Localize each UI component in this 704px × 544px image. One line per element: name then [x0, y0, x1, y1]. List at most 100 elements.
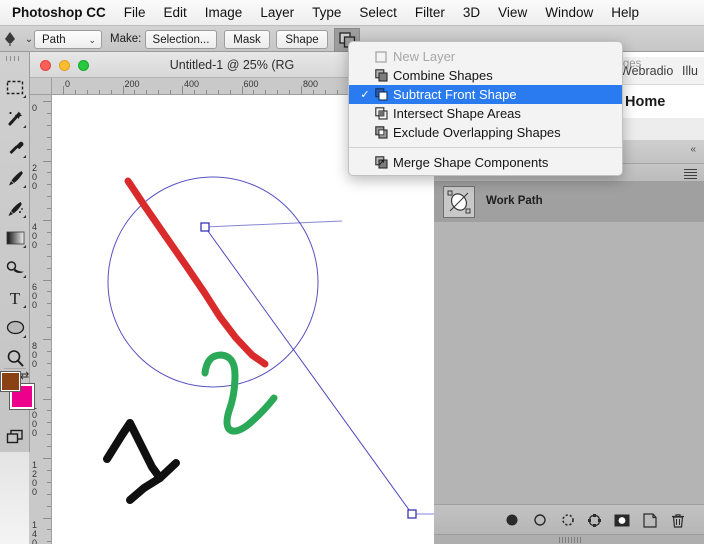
make-selection-button[interactable]: Selection... [145, 30, 217, 49]
screen-mode-button[interactable] [2, 424, 28, 450]
menu-item-file[interactable]: File [115, 0, 155, 26]
tools-panel-grip[interactable] [6, 56, 24, 62]
color-swatches[interactable]: ⇄ [0, 370, 35, 418]
ruler-label: 0 [65, 79, 71, 89]
ruler-tick-minor [47, 505, 51, 507]
ruler-label: 400 [184, 79, 200, 89]
paths-panel: « Work Path [434, 140, 704, 544]
load-path-as-selection-button[interactable] [558, 510, 578, 530]
active-tool-icon[interactable] [2, 31, 18, 47]
magic-wand-tool[interactable] [2, 104, 28, 131]
dodge-icon [6, 260, 24, 273]
table-row[interactable]: Work Path [434, 182, 704, 222]
ruler-tick-minor [158, 90, 160, 94]
ruler-tick [43, 160, 51, 162]
menu-item-select[interactable]: Select [350, 0, 406, 26]
ruler-tick-minor [47, 208, 51, 210]
ruler-tick-minor [324, 90, 326, 94]
ruler-tick-minor [47, 481, 51, 483]
ruler-label: 200 [32, 162, 38, 191]
ruler-tick-minor [229, 90, 231, 94]
type-tool[interactable]: T [2, 284, 28, 311]
menu-item-subtract-front-shape[interactable]: ✓ Subtract Front Shape [349, 85, 622, 104]
panel-menu-icon[interactable] [684, 169, 697, 179]
collapse-panel-icon[interactable]: « [690, 144, 696, 155]
gradient-tool[interactable] [2, 224, 28, 251]
ruler-tick-minor [47, 148, 51, 150]
merge-shape-components-icon [374, 156, 388, 170]
menu-item-photoshop[interactable]: Photoshop CC [0, 0, 115, 26]
ruler-tick-minor [47, 422, 51, 424]
ruler-tick-minor [47, 136, 51, 138]
menu-item-help[interactable]: Help [602, 0, 648, 26]
ruler-tick-minor [146, 90, 148, 94]
toolbar-divider [4, 368, 26, 369]
make-shape-button[interactable]: Shape [276, 30, 328, 49]
add-layer-mask-button[interactable] [612, 510, 632, 530]
rectangular-marquee-tool[interactable] [2, 74, 28, 101]
delete-path-button[interactable] [668, 510, 688, 530]
ruler-tick-minor [47, 112, 51, 114]
stroke-path-button[interactable] [530, 510, 550, 530]
panel-resize-grip[interactable] [559, 537, 581, 543]
paths-panel-resize-edge[interactable] [434, 534, 704, 544]
menu-item-intersect-shape-areas[interactable]: Intersect Shape Areas [349, 104, 622, 123]
dodge-tool[interactable] [2, 254, 28, 281]
brush-tool[interactable] [2, 164, 28, 191]
ruler-label: 0 [32, 103, 38, 113]
menu-divider [349, 147, 622, 148]
menu-item-filter[interactable]: Filter [406, 0, 454, 26]
mask-icon [614, 514, 630, 526]
smudge-tool[interactable] [2, 194, 28, 221]
ruler-tick-minor [47, 541, 51, 543]
make-work-path-button[interactable] [584, 510, 604, 530]
menu-item-label: New Layer [393, 49, 456, 64]
tool-mode-select[interactable]: Path ⌄ [34, 30, 102, 49]
ruler-tick-minor [47, 196, 51, 198]
foreground-color-swatch[interactable] [0, 371, 21, 392]
menu-item-3d[interactable]: 3D [454, 0, 489, 26]
ruler-tick-minor [110, 90, 112, 94]
chevron-down-icon: ⌄ [88, 35, 96, 45]
ruler-label: 400 [32, 222, 38, 250]
ruler-tick-minor [47, 493, 51, 495]
swap-colors-icon[interactable]: ⇄ [20, 370, 32, 382]
menu-item-exclude-overlapping-shapes[interactable]: Exclude Overlapping Shapes [349, 123, 622, 142]
zoom-tool[interactable] [2, 344, 28, 371]
ruler-label: 600 [243, 79, 259, 89]
ruler-tick-minor [312, 90, 314, 94]
ruler-tick [43, 279, 51, 281]
ruler-tick [241, 86, 243, 94]
menu-item-combine-shapes[interactable]: Combine Shapes [349, 66, 622, 85]
make-label: Make: [110, 33, 142, 45]
menu-item-image[interactable]: Image [196, 0, 252, 26]
menu-item-type[interactable]: Type [303, 0, 350, 26]
create-new-path-button[interactable] [640, 510, 660, 530]
ruler-tick-minor [217, 90, 219, 94]
fill-path-button[interactable] [502, 510, 522, 530]
ruler-tick-minor [47, 243, 51, 245]
ruler-tick-minor [74, 90, 76, 94]
menu-bar: Photoshop CC File Edit Image Layer Type … [0, 0, 704, 26]
menu-item-view[interactable]: View [489, 0, 536, 26]
ellipse-tool[interactable] [2, 314, 28, 341]
bookmark-illustrator[interactable]: Illu [682, 64, 698, 78]
eyedropper-tool[interactable] [2, 134, 28, 161]
ruler-tick-minor [47, 231, 51, 233]
tool-flyout-triangle [23, 125, 26, 128]
red-brush-stroke [124, 177, 269, 368]
menu-item-edit[interactable]: Edit [155, 0, 196, 26]
ruler-tick [43, 398, 51, 400]
ruler-tick-minor [170, 90, 172, 94]
ruler-tick-minor [47, 184, 51, 186]
dashed-circle-icon [562, 514, 574, 526]
menu-item-window[interactable]: Window [536, 0, 602, 26]
ruler-tick-minor [47, 469, 51, 471]
subtract-front-shape-icon [374, 88, 388, 102]
ruler-label: 1200 [32, 460, 38, 497]
tool-flyout-triangle [23, 155, 26, 158]
menu-item-merge-shape-components[interactable]: Merge Shape Components [349, 153, 622, 172]
make-mask-button[interactable]: Mask [224, 30, 270, 49]
menu-item-layer[interactable]: Layer [251, 0, 303, 26]
anchor-point-top [200, 222, 210, 232]
